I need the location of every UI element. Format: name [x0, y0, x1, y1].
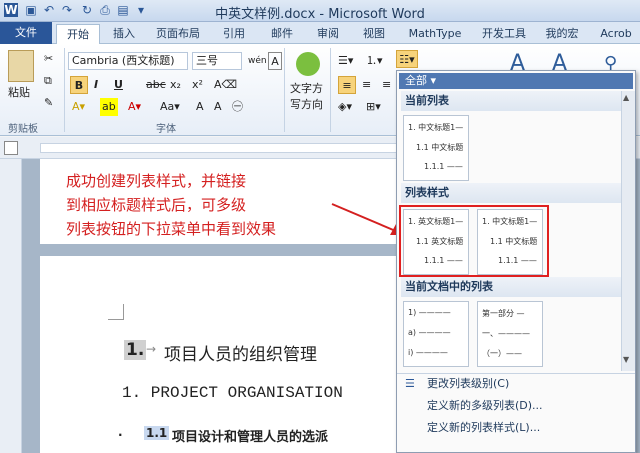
clear-format-icon[interactable]: A⌫ [214, 76, 237, 94]
heading2-text: 项目设计和管理人员的选派 [172, 430, 329, 445]
tab-selector-icon[interactable] [4, 141, 18, 155]
cut-icon[interactable]: ✂ [44, 50, 53, 68]
current-list-thumbnail[interactable]: 1. 中文标题1— 1.1 中文标题 1.1.1 —— [403, 115, 469, 181]
window-title: 中英文样例.docx - Microsoft Word [215, 7, 425, 22]
text-direction-label-2[interactable]: 写方向 [290, 96, 323, 114]
clipboard-group-label: 剪贴板 [8, 124, 38, 135]
heading2-number: 1.1 [144, 426, 170, 440]
document-lists-header: 当前文档中的列表 [401, 277, 633, 297]
dropdown-scrollbar[interactable]: ▲ ▼ [621, 91, 635, 371]
enclose-char-icon[interactable]: ㊀ [232, 98, 243, 116]
font-color-icon[interactable]: A▾ [128, 98, 141, 116]
numbering-icon[interactable]: ⒈▾ [366, 52, 383, 70]
char-border-icon[interactable]: A [268, 52, 282, 70]
document-list-numeric-thumbnail[interactable]: 1) ———— a) ———— i) ———— [403, 301, 469, 367]
phonetic-guide-icon[interactable]: wén [248, 52, 267, 70]
margin-mark [108, 304, 124, 320]
font-group-label: 字体 [156, 124, 176, 135]
tab-page-layout[interactable]: 页面布局 [150, 24, 206, 44]
tab-arrow-icon: → [146, 342, 157, 356]
list-styles-header: 列表样式 [401, 183, 633, 203]
heading1-number: 1. [124, 340, 147, 360]
multilevel-list-dropdown: 全部 ▾ 当前列表 1. 中文标题1— 1.1 中文标题 1.1.1 —— 列表… [396, 70, 636, 453]
bullets-icon[interactable]: ☰▾ [338, 52, 353, 70]
heading1-text: 项目人员的组织管理 [164, 345, 317, 365]
bold-button[interactable]: B [70, 76, 88, 94]
menu-divider [397, 373, 635, 374]
tab-insert[interactable]: 插入 [104, 24, 144, 44]
title-bar: W ▣ ↶ ↷ ↻ ⎙ ▤ ▾ 中英文样例.docx - Microsoft W… [0, 0, 640, 22]
tab-mailings[interactable]: 邮件 [262, 24, 302, 44]
paste-icon[interactable] [8, 50, 34, 82]
change-level-icon: ☰ [405, 377, 415, 390]
group-divider [330, 48, 331, 132]
align-center-icon[interactable]: ≡ [362, 76, 371, 94]
grow-font-icon[interactable]: A [196, 98, 204, 116]
subscript-button[interactable]: x₂ [170, 76, 181, 94]
multilevel-list-icon[interactable]: ☷▾ [396, 50, 418, 68]
vertical-ruler [0, 159, 22, 453]
align-right-icon[interactable]: ≡ [382, 76, 391, 94]
tab-acrobat[interactable]: Acrob [592, 24, 640, 44]
tab-review[interactable]: 审阅 [308, 24, 348, 44]
font-size-change-icon[interactable]: Aa▾ [160, 98, 180, 116]
group-divider [64, 48, 65, 132]
font-size-select[interactable]: 三号 [192, 52, 242, 70]
borders-icon[interactable]: ⊞▾ [366, 98, 381, 116]
tab-home[interactable]: 开始 [56, 24, 100, 44]
italic-button[interactable]: I [94, 76, 98, 94]
ribbon-tabs: 文件 开始 插入 页面布局 引用 邮件 审阅 视图 MathType 开发工具 … [0, 22, 640, 44]
tab-mathtype[interactable]: MathType [400, 24, 470, 44]
filter-label: 全部 [405, 74, 427, 87]
scroll-down-icon[interactable]: ▼ [623, 355, 629, 364]
define-multilevel-list-item[interactable]: 定义新的多级列表(D)... [427, 397, 543, 415]
format-painter-icon[interactable]: ✎ [44, 94, 53, 112]
superscript-button[interactable]: x² [192, 76, 203, 94]
shading-icon[interactable]: ◈▾ [338, 98, 352, 116]
tab-view[interactable]: 视图 [354, 24, 394, 44]
document-list-chapter-thumbnail[interactable]: 第一部分 — 一、———— （一）—— [477, 301, 543, 367]
define-list-style-item[interactable]: 定义新的列表样式(L)... [427, 419, 540, 437]
annotation-line-1: 成功创建列表样式，并链接 [66, 172, 247, 190]
scroll-up-icon[interactable]: ▲ [623, 93, 629, 102]
strikethrough-button[interactable]: abc [146, 76, 166, 94]
change-list-level-item[interactable]: 更改列表级别(C) [427, 375, 509, 393]
highlight-icon[interactable]: ab [100, 98, 118, 116]
current-list-header: 当前列表 [401, 91, 633, 111]
copy-icon[interactable]: ⧉ [44, 72, 52, 90]
filter-dropdown[interactable]: 全部 ▾ [399, 73, 633, 89]
font-name-select[interactable]: Cambria (西文标题) [68, 52, 188, 70]
char-shading-icon[interactable]: A [214, 98, 222, 116]
heading1-english: 1. PROJECT ORGANISATION [122, 384, 343, 402]
annotation-line-3: 列表按钮的下拉菜单中看到效果 [66, 220, 277, 238]
align-left-icon[interactable]: ≡ [338, 76, 356, 94]
annotation-line-2: 到相应标题样式后，可多级 [66, 196, 247, 214]
group-divider [284, 48, 285, 132]
tab-my-macros[interactable]: 我的宏 [538, 24, 586, 44]
paste-button-label[interactable]: 粘贴 [8, 84, 30, 102]
list-style-english-thumbnail[interactable]: 1. 英文标题1— 1.1 英文标题 1.1.1 —— [403, 209, 469, 275]
tab-references[interactable]: 引用 [214, 24, 254, 44]
bullet-dot: · [118, 428, 123, 442]
tab-developer[interactable]: 开发工具 [476, 24, 532, 44]
underline-button[interactable]: U [114, 76, 123, 94]
list-style-chinese-thumbnail[interactable]: 1. 中文标题1— 1.1 中文标题 1.1.1 —— [477, 209, 543, 275]
tab-file[interactable]: 文件 [0, 22, 52, 44]
text-direction-icon[interactable] [296, 52, 320, 76]
text-effects-icon[interactable]: A▾ [72, 98, 85, 116]
